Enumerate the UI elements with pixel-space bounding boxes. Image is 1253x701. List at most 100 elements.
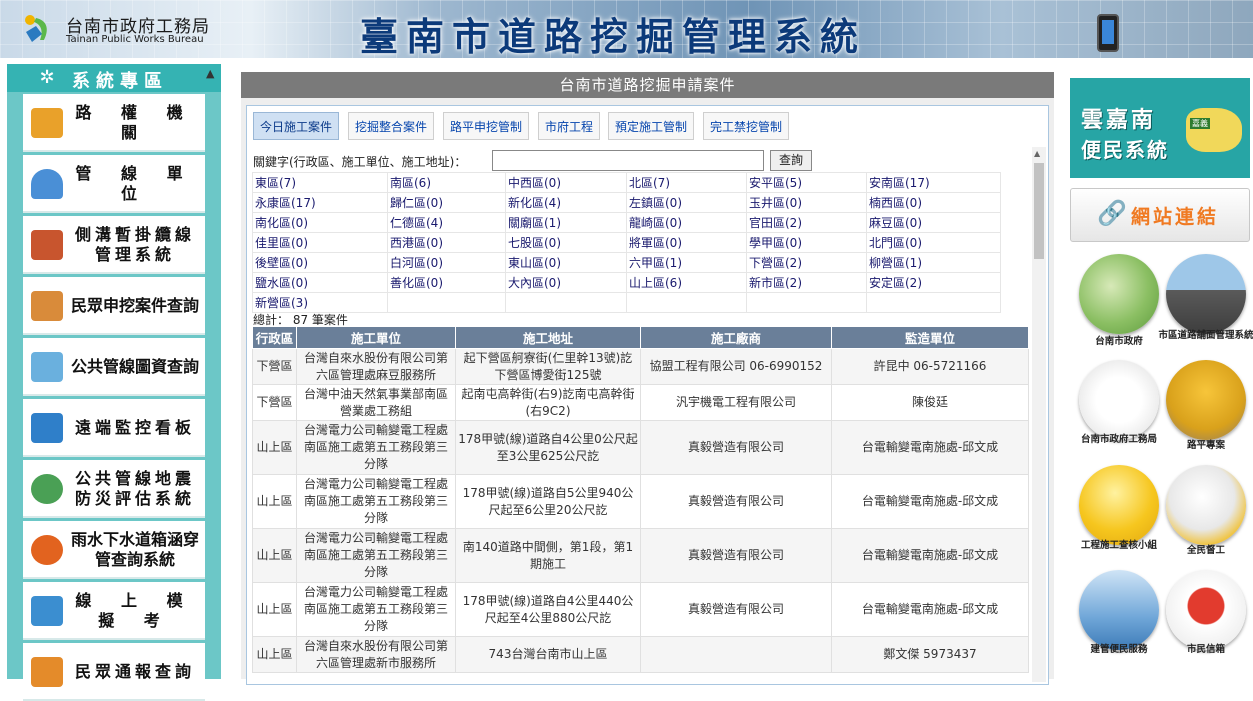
- helmet-icon[interactable]: [1079, 465, 1159, 545]
- region-map-icon: [1186, 108, 1242, 152]
- district-link[interactable]: 關廟區(1): [505, 212, 627, 233]
- district-link[interactable]: 麻豆區(0): [866, 212, 1001, 233]
- content-frame: 今日施工案件 挖掘整合案件 路平申挖管制 市府工程 預定施工管制 完工禁挖管制 …: [246, 105, 1049, 685]
- district-link[interactable]: 將軍區(0): [626, 232, 747, 253]
- search-input[interactable]: [492, 150, 764, 171]
- table-cell: 真毅營造有限公司: [640, 582, 832, 637]
- district-link[interactable]: 南化區(0): [252, 212, 388, 233]
- district-link[interactable]: 北區(7): [626, 172, 747, 193]
- table-cell: [640, 636, 832, 673]
- district-link[interactable]: 山上區(6): [626, 272, 747, 293]
- sidebar-item-label: 遠端監控看板: [74, 418, 195, 437]
- column-header: 施工廠商: [640, 326, 832, 349]
- district-link[interactable]: 善化區(0): [387, 272, 506, 293]
- magnifier-helmet-icon[interactable]: [1166, 465, 1246, 545]
- worker-icon: [31, 169, 63, 199]
- table-header-row: 行政區 施工單位 施工地址 施工廠商 監造單位: [252, 326, 1029, 349]
- district-link[interactable]: 南區(6): [387, 172, 506, 193]
- scroll-thumb[interactable]: [1034, 163, 1044, 259]
- district-link[interactable]: 學甲區(0): [746, 232, 867, 253]
- district-link[interactable]: 東區(7): [252, 172, 388, 193]
- tainan-map-icon[interactable]: [1079, 254, 1159, 334]
- table-cell: 台電輸變電南施處-邱文成: [831, 420, 1029, 475]
- website-links-button[interactable]: 🔗 網站連結: [1070, 188, 1250, 242]
- district-link[interactable]: 新市區(2): [746, 272, 867, 293]
- sidebar-item-right-of-way[interactable]: 路 權 機 關: [23, 94, 205, 152]
- district-link[interactable]: 永康區(17): [252, 192, 388, 213]
- table-cell: 台灣自來水股份有限公司第六區管理處新市服務所: [296, 636, 456, 673]
- district-link[interactable]: 下營區(2): [746, 252, 867, 273]
- seismograph-icon: [31, 474, 63, 504]
- district-link[interactable]: 歸仁區(0): [387, 192, 506, 213]
- table-row: 山上區 台灣電力公司輸變電工程處南區施工處第五工務段第三分隊 178甲號(線)道路自…: [252, 420, 1029, 475]
- sidebar-item-label: 公共管線地震防災評估系統: [74, 469, 195, 508]
- table-cell: 起下營區舸寮街(仁里幹13號)訖下營區博愛街125號: [455, 348, 641, 385]
- district-link[interactable]: 新營區(3): [252, 292, 388, 313]
- district-link[interactable]: 六甲區(1): [626, 252, 747, 273]
- district-link[interactable]: 白河區(0): [387, 252, 506, 273]
- table-cell: 下營區: [252, 348, 297, 385]
- district-link[interactable]: 東山區(0): [505, 252, 627, 273]
- sidebar-item-label: 民眾通報查詢: [74, 662, 195, 681]
- sidebar-item-cable[interactable]: 側溝暫掛纜線管理系統: [23, 216, 205, 274]
- scroll-up-arrow[interactable]: ▲: [206, 68, 218, 80]
- district-link[interactable]: 西港區(0): [387, 232, 506, 253]
- district-link[interactable]: 玉井區(0): [746, 192, 867, 213]
- district-link[interactable]: 大內區(0): [505, 272, 627, 293]
- district-link[interactable]: 安平區(5): [746, 172, 867, 193]
- road-icon[interactable]: [1166, 254, 1246, 334]
- district-link[interactable]: 仁德區(4): [387, 212, 506, 233]
- region-tag: 嘉義: [1190, 118, 1210, 129]
- vertical-scrollbar[interactable]: ▲: [1032, 147, 1046, 682]
- district-link[interactable]: 安南區(17): [866, 172, 1001, 193]
- tab-scheduled[interactable]: 預定施工管制: [608, 112, 695, 140]
- sidebar-item-report[interactable]: 民眾通報查詢: [23, 643, 205, 701]
- district-link[interactable]: 中西區(0): [505, 172, 627, 193]
- district-link[interactable]: 龍崎區(0): [626, 212, 747, 233]
- district-row: 佳里區(0) 西港區(0) 七股區(0) 將軍區(0) 學甲區(0) 北門區(0): [252, 232, 1001, 253]
- tab-integrated[interactable]: 挖掘整合案件: [348, 112, 435, 140]
- district-link[interactable]: 七股區(0): [505, 232, 627, 253]
- search-button[interactable]: 查詢: [770, 150, 812, 171]
- scroll-up-arrow[interactable]: ▲: [1034, 149, 1040, 158]
- district-link[interactable]: 北門區(0): [866, 232, 1001, 253]
- tab-today[interactable]: 今日施工案件: [253, 112, 340, 140]
- table-cell: 汎宇機電工程有限公司: [640, 384, 832, 421]
- report-icon: [31, 657, 63, 687]
- district-link[interactable]: 佳里區(0): [252, 232, 388, 253]
- district-link: [746, 292, 867, 313]
- sidebar-item-monitor[interactable]: 遠端監控看板: [23, 399, 205, 457]
- sidebar-item-label: 公共管線圖資查詢: [70, 357, 199, 376]
- district-link[interactable]: 左鎮區(0): [626, 192, 747, 213]
- district-link[interactable]: 官田區(2): [746, 212, 867, 233]
- building-service-icon[interactable]: [1079, 570, 1159, 650]
- district-link[interactable]: 鹽水區(0): [252, 272, 388, 293]
- monitor-icon: [31, 413, 63, 443]
- yjn-banner[interactable]: 雲嘉南 便民系統 嘉義: [1070, 78, 1250, 178]
- district-link[interactable]: 楠西區(0): [866, 192, 1001, 213]
- sidebar-item-label: 線 上 模 擬 考: [75, 591, 195, 630]
- bureau-logo-icon[interactable]: [1079, 360, 1159, 440]
- sidebar-item-public-query[interactable]: 民眾申挖案件查詢: [23, 277, 205, 335]
- roller-icon[interactable]: [1166, 360, 1246, 440]
- sidebar-item-pipeline-map[interactable]: 公共管線圖資查詢: [23, 338, 205, 396]
- tab-city-works[interactable]: 市府工程: [538, 112, 601, 140]
- table-cell: 178甲號(線)道路自5公里940公尺起至6公里20公尺訖: [455, 474, 641, 529]
- mailbox-icon[interactable]: [1166, 570, 1246, 650]
- sidebar-item-label: 路 權 機 關: [75, 103, 195, 142]
- sidebar-item-culvert[interactable]: 雨水下水道箱涵穿管查詢系統: [23, 521, 205, 579]
- column-header: 監造單位: [831, 326, 1029, 349]
- right-column: 雲嘉南 便民系統 嘉義 🔗 網站連結 台南市政府 市區道路舖面管理系統 台南市政…: [1069, 78, 1253, 679]
- district-link[interactable]: 柳營區(1): [866, 252, 1001, 273]
- table-cell: 下營區: [252, 384, 297, 421]
- district-link[interactable]: 安定區(2): [866, 272, 1001, 293]
- table-cell: 真毅營造有限公司: [640, 528, 832, 583]
- sidebar-item-earthquake[interactable]: 公共管線地震防災評估系統: [23, 460, 205, 518]
- sidebar-item-exam[interactable]: 線 上 模 擬 考: [23, 582, 205, 640]
- district-link[interactable]: 後壁區(0): [252, 252, 388, 273]
- district-link[interactable]: 新化區(4): [505, 192, 627, 213]
- sidebar-item-pipeline-units[interactable]: 管 線 單 位: [23, 155, 205, 213]
- tab-road-flat[interactable]: 路平申挖管制: [443, 112, 530, 140]
- table-cell: 178甲號(線)道路自4公里440公尺起至4公里880公尺訖: [455, 582, 641, 637]
- tab-completed[interactable]: 完工禁挖管制: [703, 112, 790, 140]
